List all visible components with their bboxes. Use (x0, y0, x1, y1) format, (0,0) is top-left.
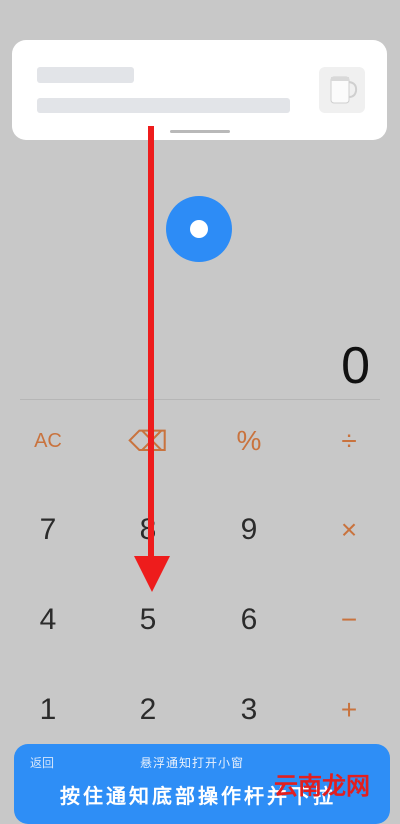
key-ac[interactable]: AC (0, 411, 98, 471)
floating-ball-button[interactable] (166, 196, 232, 262)
calculator-display: 0 (341, 337, 370, 395)
key-percent[interactable]: % (199, 411, 299, 471)
key-4[interactable]: 4 (0, 590, 98, 650)
key-1[interactable]: 1 (0, 680, 98, 740)
key-multiply[interactable]: × (299, 500, 399, 560)
key-plus[interactable]: + (299, 680, 399, 740)
key-6[interactable]: 6 (199, 590, 299, 650)
banner-subtitle: 悬浮通知打开小窗 (140, 756, 245, 770)
key-divide[interactable]: ÷ (299, 411, 399, 471)
notification-body-placeholder (37, 98, 290, 113)
notification-thumbnail-image (319, 67, 365, 113)
key-backspace[interactable]: ⌫ (98, 411, 198, 471)
key-minus[interactable]: − (299, 590, 399, 650)
key-7[interactable]: 7 (0, 500, 98, 560)
floating-notification-card[interactable] (12, 40, 387, 140)
key-3[interactable]: 3 (199, 680, 299, 740)
display-divider (20, 399, 380, 400)
watermark-logo: 云南龙网 (274, 772, 370, 800)
back-link[interactable]: 返回 (30, 754, 54, 771)
key-8[interactable]: 8 (98, 500, 198, 560)
floating-ball-dot-icon (190, 220, 208, 238)
notification-title-placeholder (37, 67, 134, 83)
key-5[interactable]: 5 (98, 590, 198, 650)
notification-drag-handle[interactable] (170, 130, 230, 133)
key-9[interactable]: 9 (199, 500, 299, 560)
key-2[interactable]: 2 (98, 680, 198, 740)
